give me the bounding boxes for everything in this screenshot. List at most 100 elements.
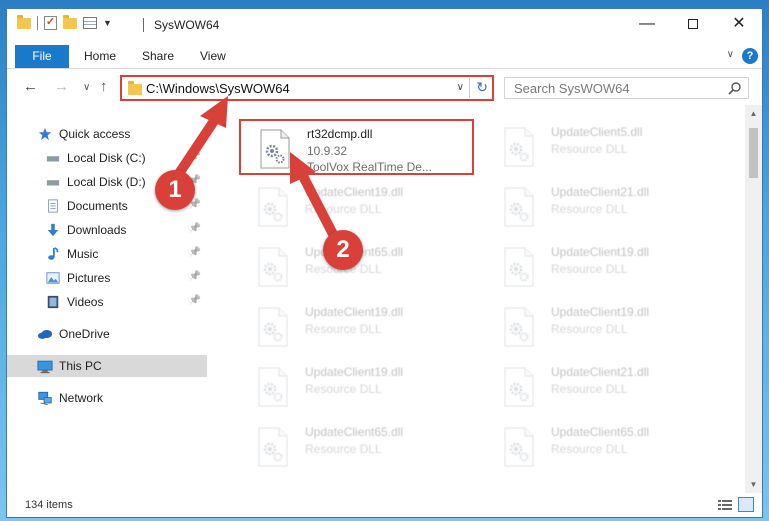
dll-file-icon bbox=[258, 247, 288, 287]
close-button[interactable]: ✕ bbox=[716, 9, 762, 41]
file-type: Resource DLL bbox=[551, 322, 628, 336]
help-button[interactable]: ? bbox=[742, 48, 758, 64]
file-name: UpdateClient19.dll bbox=[305, 185, 404, 199]
explorer-window: ✓ ▼ SysWOW64 — ✕ File Home Share View ∨ … bbox=[6, 8, 763, 518]
sidebar-item-label: Videos bbox=[67, 295, 104, 309]
file-type: Resource DLL bbox=[551, 142, 628, 156]
scroll-up-icon[interactable]: ▲ bbox=[745, 105, 762, 122]
documents-icon bbox=[45, 198, 61, 214]
back-button[interactable]: ← bbox=[23, 78, 38, 95]
item-count: 134 items bbox=[25, 499, 73, 511]
file-item[interactable]: UpdateClient65.dll Resource DLL bbox=[239, 419, 474, 475]
file-item[interactable]: UpdateClient19.dll Resource DLL bbox=[485, 239, 720, 295]
dll-file-icon bbox=[258, 367, 288, 407]
address-path[interactable]: C:\Windows\SysWOW64 bbox=[146, 81, 290, 96]
sidebar-item-downloads[interactable]: Downloads 📌 bbox=[7, 219, 207, 241]
sidebar-item-this-pc[interactable]: This PC bbox=[7, 355, 207, 377]
file-item[interactable]: UpdateClient19.dll Resource DLL bbox=[239, 359, 474, 415]
details-view-icon[interactable] bbox=[718, 499, 732, 511]
window-title: SysWOW64 bbox=[154, 18, 220, 32]
expand-ribbon-icon[interactable]: ∨ bbox=[727, 49, 734, 60]
sidebar-item-onedrive[interactable]: OneDrive bbox=[7, 323, 207, 345]
dll-file-icon bbox=[504, 307, 534, 347]
tab-file[interactable]: File bbox=[15, 45, 69, 68]
sidebar-item-label: Local Disk (D:) bbox=[67, 175, 146, 189]
pin-icon[interactable]: 📌 bbox=[189, 151, 201, 162]
sidebar-item-label: Network bbox=[59, 391, 104, 405]
sidebar-item-pictures[interactable]: Pictures 📌 bbox=[7, 267, 207, 289]
file-type: Resource DLL bbox=[551, 382, 628, 396]
customize-icon[interactable] bbox=[83, 17, 97, 29]
sidebar-item-quick-access[interactable]: Quick access bbox=[7, 123, 207, 145]
file-item[interactable]: UpdateClient65.dll Resource DLL bbox=[485, 419, 720, 475]
file-item[interactable]: UpdateClient21.dll Resource DLL bbox=[485, 359, 720, 415]
file-list: rt32dcmp.dll 10.9.32 ToolVox RealTime De… bbox=[215, 105, 745, 493]
file-item[interactable]: UpdateClient19.dll Resource DLL bbox=[239, 179, 474, 235]
file-type: Resource DLL bbox=[551, 202, 628, 216]
properties-check-icon[interactable]: ✓ bbox=[44, 16, 57, 30]
sidebar-item-label: Pictures bbox=[67, 271, 111, 285]
address-folder-icon bbox=[128, 81, 142, 95]
pin-icon[interactable]: 📌 bbox=[189, 271, 201, 282]
drive-icon bbox=[45, 174, 61, 190]
star-icon bbox=[37, 126, 53, 142]
file-item[interactable]: UpdateClient21.dll Resource DLL bbox=[485, 179, 720, 235]
dll-file-icon bbox=[258, 187, 288, 227]
file-item[interactable]: UpdateClient5.dll Resource DLL bbox=[485, 119, 720, 175]
sidebar-item-videos[interactable]: Videos 📌 bbox=[7, 291, 207, 313]
pin-icon[interactable]: 📌 bbox=[189, 247, 201, 258]
file-name: UpdateClient65.dll bbox=[551, 425, 650, 439]
pin-icon[interactable]: 📌 bbox=[189, 223, 201, 234]
drive-icon bbox=[45, 150, 61, 166]
music-icon bbox=[45, 246, 61, 262]
navigation-bar: ← → ∨ ↑ C:\Windows\SysWOW64 ∨ ↻ bbox=[7, 73, 762, 103]
minimize-button[interactable]: — bbox=[624, 9, 670, 41]
address-bar[interactable]: C:\Windows\SysWOW64 ∨ ↻ bbox=[120, 75, 494, 101]
sidebar-item-label: Music bbox=[67, 247, 99, 261]
scrollbar-thumb[interactable] bbox=[749, 128, 758, 178]
pin-icon[interactable]: 📌 bbox=[189, 295, 201, 306]
tab-home[interactable]: Home bbox=[84, 45, 116, 68]
search-input[interactable] bbox=[505, 78, 715, 98]
address-divider bbox=[469, 78, 470, 98]
dll-file-icon bbox=[504, 367, 534, 407]
file-name: UpdateClient65.dll bbox=[305, 425, 404, 439]
file-item[interactable]: UpdateClient19.dll Resource DLL bbox=[239, 299, 474, 355]
network-icon bbox=[37, 390, 53, 406]
address-dropdown-icon[interactable]: ∨ bbox=[457, 82, 464, 93]
recent-locations-icon[interactable]: ∨ bbox=[83, 82, 90, 93]
refresh-icon[interactable]: ↻ bbox=[476, 79, 488, 96]
sidebar-item-label: OneDrive bbox=[59, 327, 110, 341]
step-1-badge: 1 bbox=[155, 170, 195, 210]
file-description: ToolVox RealTime De... bbox=[307, 160, 432, 174]
file-item-highlighted[interactable]: rt32dcmp.dll 10.9.32 ToolVox RealTime De… bbox=[239, 119, 474, 175]
file-name: UpdateClient19.dll bbox=[305, 305, 404, 319]
sidebar-item-label: Local Disk (C:) bbox=[67, 151, 146, 165]
pictures-icon bbox=[45, 270, 61, 286]
file-name: UpdateClient5.dll bbox=[551, 125, 643, 139]
videos-icon bbox=[45, 294, 61, 310]
computer-icon bbox=[37, 358, 53, 374]
tab-share[interactable]: Share bbox=[142, 45, 174, 68]
sidebar-item-network[interactable]: Network bbox=[7, 387, 207, 409]
sidebar-item-local-disk-c[interactable]: Local Disk (C:) 📌 bbox=[7, 147, 207, 169]
file-item[interactable]: UpdateClient19.dll Resource DLL bbox=[485, 299, 720, 355]
file-name: UpdateClient21.dll bbox=[551, 365, 650, 379]
vertical-scrollbar[interactable]: ▲ ▼ bbox=[745, 105, 762, 493]
step-2-badge: 2 bbox=[323, 230, 363, 270]
tab-view[interactable]: View bbox=[200, 45, 226, 68]
up-button[interactable]: ↑ bbox=[100, 78, 108, 95]
dll-file-icon bbox=[260, 129, 290, 169]
sidebar-item-label: Documents bbox=[67, 199, 128, 213]
sidebar-item-music[interactable]: Music 📌 bbox=[7, 243, 207, 265]
search-box[interactable] bbox=[504, 77, 749, 99]
tiles-view-icon[interactable] bbox=[738, 497, 754, 512]
file-type: Resource DLL bbox=[551, 442, 628, 456]
maximize-button[interactable] bbox=[670, 9, 716, 41]
new-folder-icon[interactable] bbox=[63, 14, 77, 29]
file-type: Resource DLL bbox=[305, 322, 382, 336]
cloud-icon bbox=[37, 326, 53, 342]
qat-dropdown-icon[interactable]: ▼ bbox=[103, 18, 112, 28]
forward-button[interactable]: → bbox=[54, 78, 69, 95]
search-icon[interactable] bbox=[728, 81, 742, 95]
